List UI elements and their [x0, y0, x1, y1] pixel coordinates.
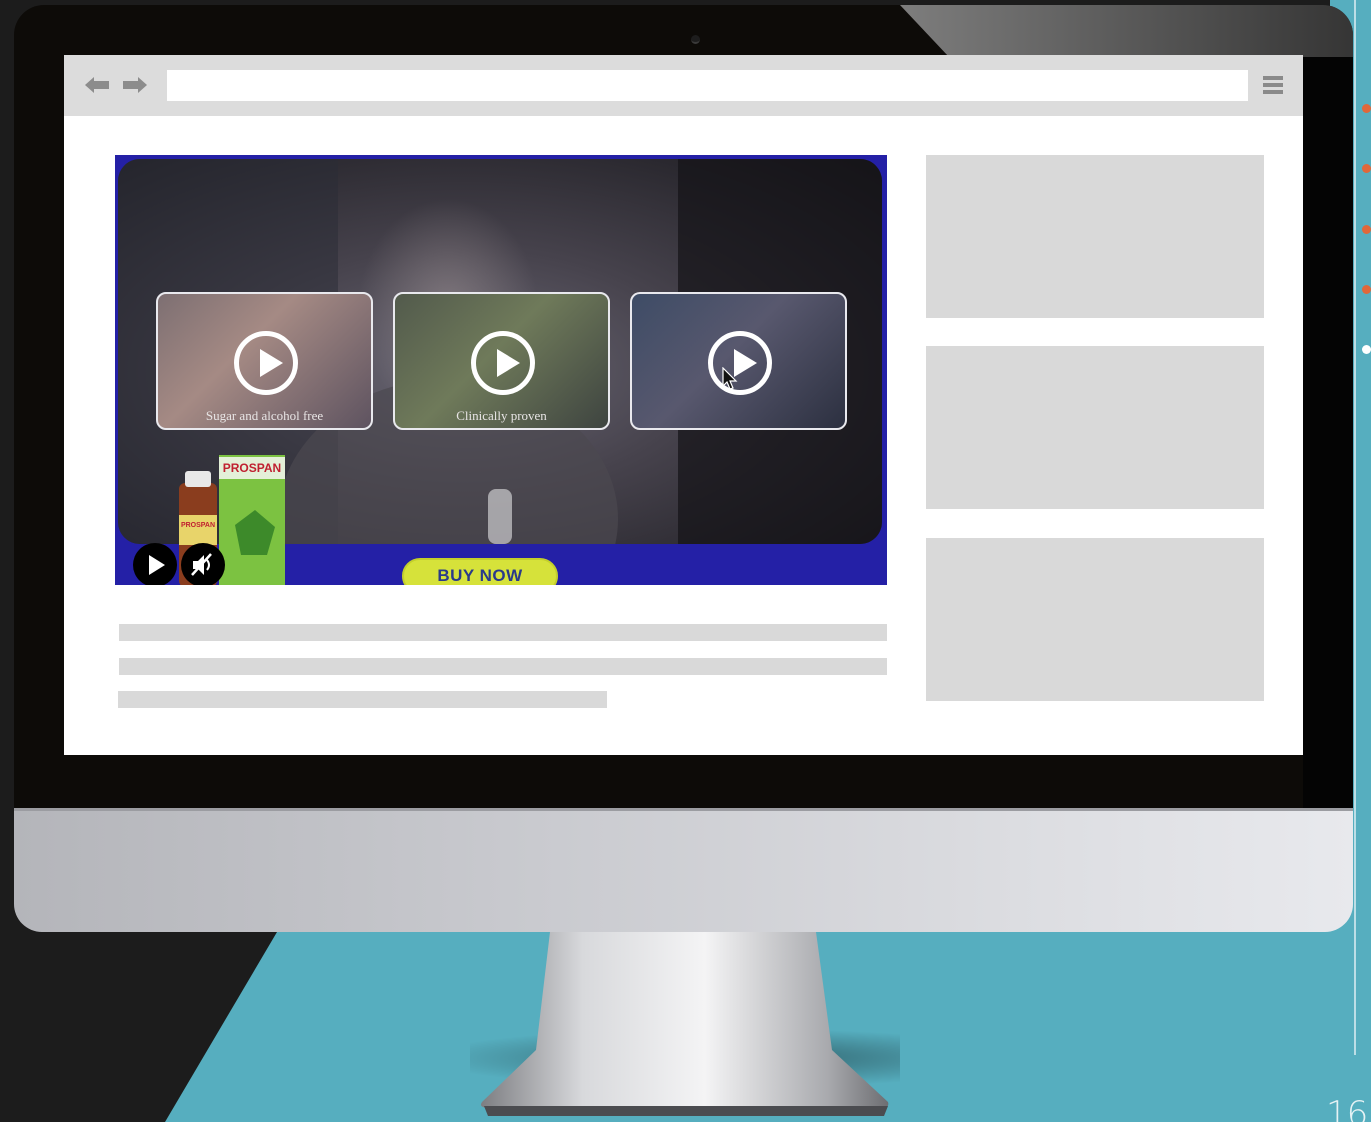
thumbnail-caption: Sugar and alcohol free [205, 408, 324, 423]
mouse-cursor-icon [722, 367, 738, 390]
arrow-left-icon [85, 77, 109, 93]
text-placeholder-line [119, 624, 887, 641]
bottle-label: PROSPAN [181, 522, 215, 529]
video-thumbnail[interactable] [630, 292, 847, 430]
hamburger-menu-icon [1263, 76, 1283, 80]
play-icon [471, 331, 535, 395]
video-ad-player[interactable]: Sugar and alcohol free Clinically proven… [115, 155, 887, 585]
thumbnail-caption: Clinically proven [456, 408, 547, 423]
forward-button[interactable] [122, 74, 148, 96]
mute-button[interactable] [181, 543, 225, 585]
camera-icon [691, 35, 700, 44]
sidebar-ad-placeholder [926, 538, 1264, 701]
sidebar-ad-placeholder [926, 346, 1264, 509]
slide-number: 16 [1326, 1094, 1368, 1122]
play-icon [234, 331, 298, 395]
hamburger-menu-icon [1263, 83, 1283, 87]
mute-icon [191, 553, 212, 576]
browser-toolbar [64, 55, 1303, 116]
buy-now-button[interactable]: BUY NOW [402, 558, 558, 585]
monitor-stand [470, 932, 900, 1116]
play-button[interactable] [133, 543, 177, 585]
decoration-dot [1362, 225, 1371, 234]
arrow-right-icon [123, 77, 147, 93]
text-placeholder-line [118, 691, 607, 708]
video-thumbnail[interactable]: Clinically proven [393, 292, 610, 430]
browser-window: Sugar and alcohol free Clinically proven… [64, 55, 1303, 755]
box-brand-label: PROSPAN [223, 461, 281, 475]
hamburger-menu-icon [1263, 90, 1283, 94]
play-icon [149, 555, 165, 575]
play-icon [708, 331, 772, 395]
decoration-dot [1362, 164, 1371, 173]
decoration-dot [1362, 285, 1371, 294]
address-bar[interactable] [167, 70, 1248, 101]
video-thumbnail[interactable]: Sugar and alcohol free [156, 292, 373, 430]
decoration-dot [1362, 104, 1371, 113]
back-button[interactable] [84, 74, 110, 96]
text-placeholder-line [119, 658, 887, 675]
decoration-dot [1362, 345, 1371, 354]
monitor-chin [14, 808, 1353, 932]
sidebar-ad-placeholder [926, 155, 1264, 318]
menu-button[interactable] [1263, 76, 1285, 95]
